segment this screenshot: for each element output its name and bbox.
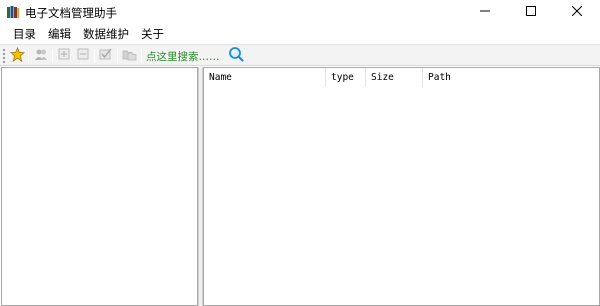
file-list-pane[interactable]: Name type Size Path bbox=[203, 67, 600, 306]
star-icon bbox=[9, 46, 25, 65]
toolbar-separator bbox=[141, 49, 142, 63]
folder-move-button[interactable] bbox=[120, 47, 138, 64]
search-button[interactable] bbox=[227, 47, 245, 64]
magnifier-icon bbox=[228, 46, 244, 65]
menu-edit[interactable]: 编辑 bbox=[42, 24, 77, 44]
menu-directory[interactable]: 目录 bbox=[7, 24, 42, 44]
menu-data-maintenance[interactable]: 数据维护 bbox=[77, 24, 135, 44]
menu-bar: 目录 编辑 数据维护 关于 bbox=[0, 24, 600, 44]
search-link[interactable]: 点这里搜索…… bbox=[146, 49, 220, 64]
column-header-size[interactable]: Size bbox=[366, 68, 423, 87]
column-header-name[interactable]: Name bbox=[204, 68, 326, 87]
maximize-icon bbox=[526, 5, 536, 19]
window-title: 电子文档管理助手 bbox=[25, 6, 117, 20]
remove-button[interactable] bbox=[74, 47, 92, 64]
file-list-header: Name type Size Path bbox=[204, 68, 599, 87]
people-icon bbox=[34, 47, 48, 64]
column-header-type[interactable]: type bbox=[326, 68, 366, 87]
menu-about[interactable]: 关于 bbox=[135, 24, 170, 44]
add-icon bbox=[58, 48, 70, 63]
check-edit-button[interactable] bbox=[97, 47, 115, 64]
column-header-path[interactable]: Path bbox=[423, 68, 599, 87]
minimize-button[interactable] bbox=[462, 0, 508, 24]
add-button[interactable] bbox=[55, 47, 73, 64]
toolbar-grip[interactable] bbox=[3, 49, 5, 63]
toolbar-separator bbox=[52, 49, 53, 63]
directory-tree-pane[interactable] bbox=[1, 67, 198, 306]
users-button[interactable] bbox=[32, 47, 50, 64]
toolbar-separator bbox=[117, 49, 118, 63]
minimize-icon bbox=[480, 6, 490, 19]
close-icon bbox=[571, 5, 583, 19]
title-bar: 电子文档管理助手 bbox=[0, 0, 600, 24]
check-edit-icon bbox=[99, 47, 113, 64]
toolbar-separator bbox=[28, 49, 29, 63]
books-app-icon bbox=[6, 5, 20, 19]
close-button[interactable] bbox=[554, 0, 600, 24]
maximize-button[interactable] bbox=[508, 0, 554, 24]
toolbar: 点这里搜索…… bbox=[0, 44, 600, 66]
remove-icon bbox=[77, 48, 89, 63]
favorite-button[interactable] bbox=[8, 46, 26, 65]
toolbar-separator bbox=[94, 49, 95, 63]
folder-move-icon bbox=[122, 48, 137, 64]
